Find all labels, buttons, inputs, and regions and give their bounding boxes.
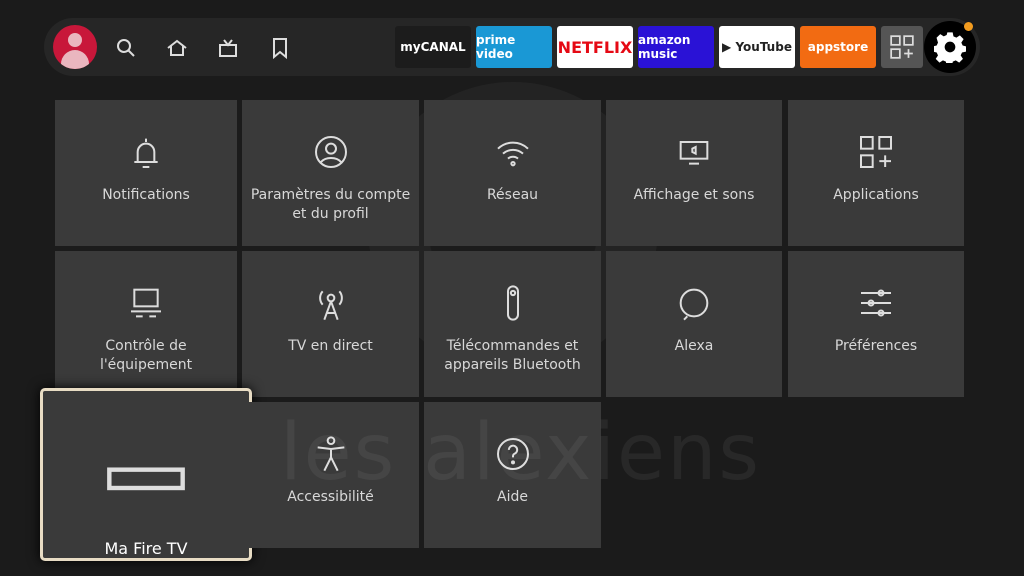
- tile-label: Notifications: [102, 187, 190, 203]
- home-icon[interactable]: [165, 36, 189, 60]
- remote-icon: [506, 285, 519, 321]
- display-sound-icon: [679, 141, 709, 165]
- app-primevideo[interactable]: prime video: [476, 26, 552, 68]
- apps-grid-icon: [890, 35, 914, 59]
- settings-tile-8[interactable]: Alexa: [606, 251, 782, 397]
- wifi-icon: [496, 141, 529, 167]
- tile-label: Alexa: [674, 338, 714, 354]
- app-netflix[interactable]: NETFLIX: [557, 26, 633, 68]
- tile-label: Ma Fire TV: [104, 539, 188, 558]
- accessibility-icon: [317, 436, 344, 472]
- app-mycanal[interactable]: myCANAL: [395, 26, 471, 68]
- sliders-icon: [861, 289, 891, 317]
- settings-tile-12[interactable]: Aide: [424, 402, 601, 548]
- settings-tile-9[interactable]: Préférences: [788, 251, 964, 397]
- bookmark-icon[interactable]: [268, 36, 292, 60]
- settings-tile-4[interactable]: Applications: [788, 100, 964, 246]
- tile-label: Applications: [833, 187, 919, 203]
- gear-icon: [934, 32, 966, 63]
- settings-tile-11[interactable]: Accessibilité: [242, 402, 419, 548]
- tile-label: Préférences: [834, 338, 918, 354]
- settings-tile-5[interactable]: Contrôle de l'équipement: [55, 251, 237, 397]
- alexa-icon: [679, 288, 709, 321]
- notification-dot: [964, 22, 973, 31]
- help-icon: [496, 438, 529, 470]
- app-amazonmusic[interactable]: amazon music: [638, 26, 714, 68]
- tile-label: Affichage et sons: [633, 187, 755, 203]
- tile-label: Réseau: [486, 187, 539, 203]
- all-apps-button[interactable]: [881, 26, 923, 68]
- apps-icon: [860, 136, 892, 168]
- antenna-icon: [318, 290, 343, 321]
- tile-label: TV en direct: [288, 338, 373, 354]
- app-appstore[interactable]: appstore: [800, 26, 876, 68]
- search-icon[interactable]: [114, 36, 138, 60]
- fire-tv-icon: [107, 467, 185, 491]
- tile-label: Accessibilité: [287, 489, 374, 505]
- tile-label: Paramètres du compte et du profil: [250, 187, 411, 222]
- tile-label: Télécommandes et appareils Bluetooth: [444, 338, 581, 373]
- settings-tile-1[interactable]: Paramètres du compte et du profil: [242, 100, 419, 246]
- tile-label: Aide: [497, 489, 528, 505]
- account-icon: [314, 136, 347, 168]
- tile-label: Contrôle de l'équipement: [99, 338, 193, 373]
- bell-icon: [134, 138, 158, 168]
- settings-tile-0[interactable]: Notifications: [55, 100, 237, 246]
- settings-tile-3[interactable]: Affichage et sons: [606, 100, 782, 246]
- settings-tile-7[interactable]: Télécommandes et appareils Bluetooth: [424, 251, 601, 397]
- equipment-icon: [131, 288, 161, 318]
- profile-avatar[interactable]: [53, 25, 97, 69]
- settings-tile-6[interactable]: TV en direct: [242, 251, 419, 397]
- settings-tile-10[interactable]: Ma Fire TV: [40, 388, 252, 561]
- live-tv-icon[interactable]: [216, 36, 240, 60]
- app-youtube[interactable]: ▶ YouTube: [719, 26, 795, 68]
- settings-tile-2[interactable]: Réseau: [424, 100, 601, 246]
